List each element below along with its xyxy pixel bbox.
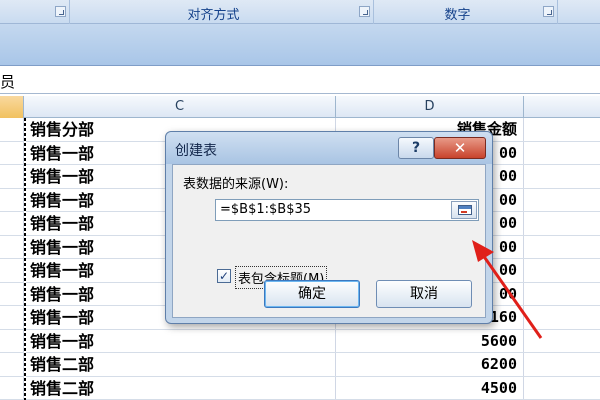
headers-checkbox[interactable]: ✓ — [217, 269, 231, 283]
formula-bar-text: 员 — [0, 73, 16, 91]
cell-b[interactable] — [0, 282, 24, 305]
cell-b[interactable] — [0, 259, 24, 282]
alignment-dialog-launcher-icon[interactable] — [359, 6, 370, 17]
dialog-titlebar[interactable]: 创建表 ? ✕ — [166, 132, 492, 164]
column-header-d[interactable]: D — [336, 96, 524, 118]
formula-bar[interactable]: 员 — [0, 66, 600, 94]
ribbon-group-font — [0, 0, 70, 24]
table-row[interactable]: 销售二部 6200 — [0, 353, 600, 377]
cell-b[interactable] — [0, 376, 24, 399]
ribbon-band — [0, 24, 600, 66]
alignment-group-label: 对齐方式 — [187, 8, 240, 23]
ribbon-group-alignment: 对齐方式 — [70, 0, 374, 24]
cell-d[interactable]: 5600 — [336, 329, 524, 352]
range-select-icon — [458, 205, 472, 215]
column-header-c[interactable]: C — [24, 96, 336, 118]
cell-b[interactable] — [0, 165, 24, 188]
table-row[interactable]: 销售二部 4500 — [0, 376, 600, 400]
cell-d[interactable]: 6200 — [336, 353, 524, 376]
ok-button[interactable]: 确定 — [264, 280, 360, 308]
cell-b[interactable] — [0, 188, 24, 211]
cell-b[interactable] — [0, 118, 24, 141]
close-button[interactable]: ✕ — [434, 137, 486, 159]
cell-b[interactable] — [0, 306, 24, 329]
table-source-label: 表数据的来源(W): — [183, 177, 289, 192]
cancel-button[interactable]: 取消 — [376, 280, 472, 308]
cell-d[interactable]: 4500 — [336, 376, 524, 399]
cell-b[interactable] — [0, 212, 24, 235]
column-headers: C D — [0, 96, 600, 118]
selection-marquee — [24, 118, 26, 400]
create-table-dialog: 创建表 ? ✕ 表数据的来源(W): =$B$1:$B$35 ✓ 表包含标题(M… — [165, 131, 493, 324]
table-range-input[interactable]: =$B$1:$B$35 — [215, 199, 479, 221]
column-header-b[interactable] — [0, 96, 24, 118]
ribbon-group-number: 数字 — [374, 0, 558, 24]
cell-b[interactable] — [0, 353, 24, 376]
cell-c[interactable]: 销售一部 — [24, 329, 336, 352]
cell-c[interactable]: 销售二部 — [24, 353, 336, 376]
collapse-dialog-button[interactable] — [451, 201, 477, 219]
font-dialog-launcher-icon[interactable] — [55, 6, 66, 17]
number-group-label: 数字 — [444, 8, 471, 23]
ribbon: 对齐方式 数字 — [0, 0, 600, 24]
dialog-title: 创建表 — [175, 143, 217, 159]
cell-b[interactable] — [0, 235, 24, 258]
help-button[interactable]: ? — [398, 137, 434, 159]
cell-b[interactable] — [0, 141, 24, 164]
table-row[interactable]: 销售一部 5600 — [0, 329, 600, 353]
column-header-e[interactable] — [524, 96, 600, 118]
cell-b[interactable] — [0, 329, 24, 352]
number-dialog-launcher-icon[interactable] — [543, 6, 554, 17]
cell-c[interactable]: 销售二部 — [24, 376, 336, 399]
